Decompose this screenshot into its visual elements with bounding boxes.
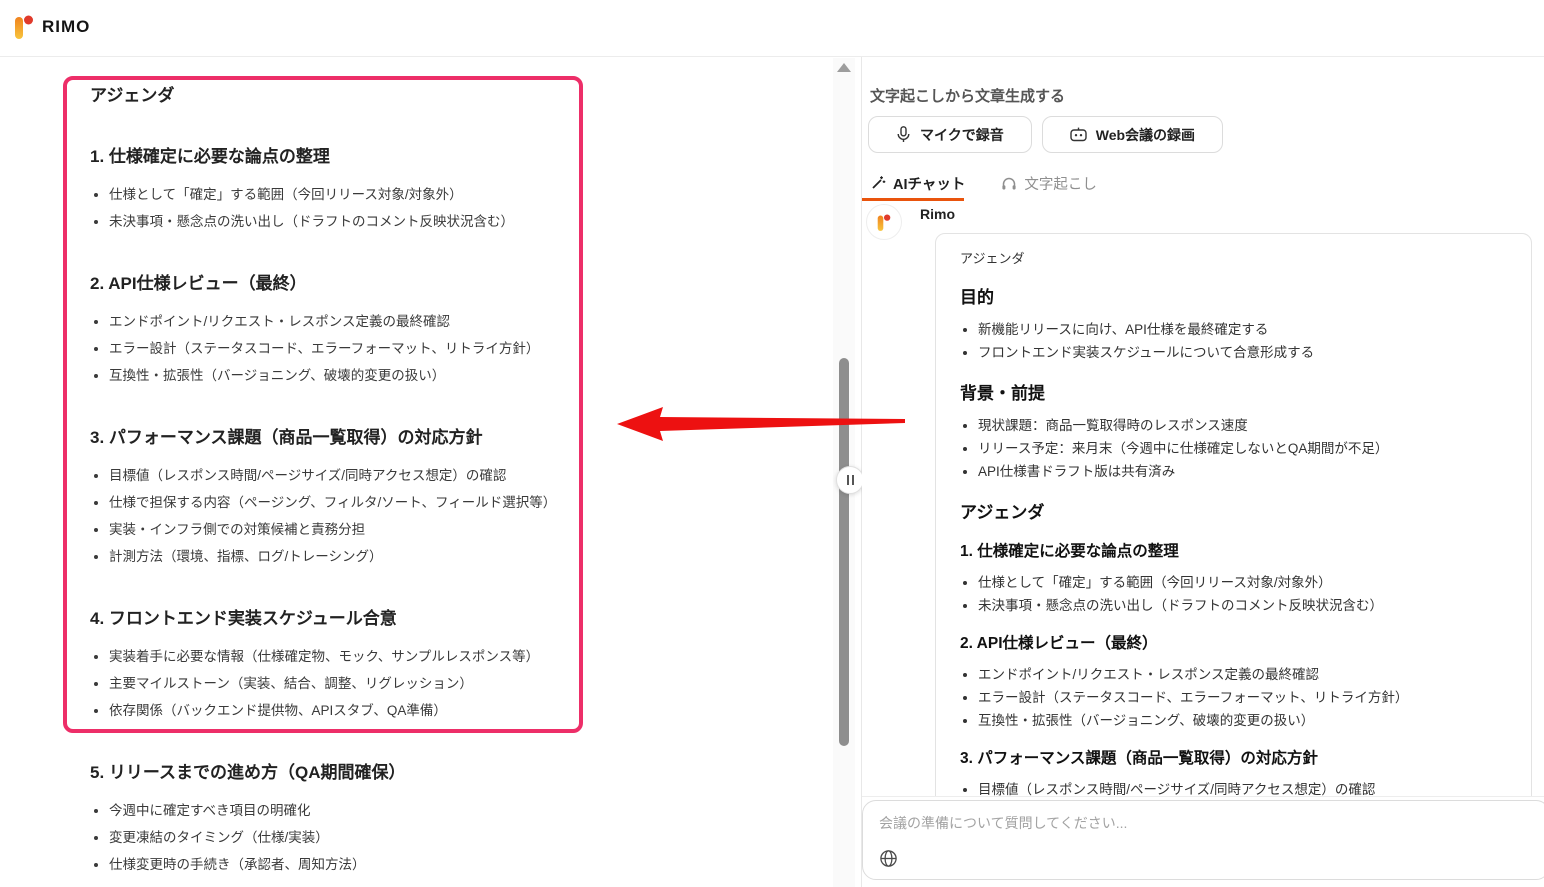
doc-section: 5. リリースまでの進め方（QA期間確保） 今週中に確定すべき項目の明確化変更凍結… [90,761,570,878]
doc-bullet: 仕様として「確定」する範囲（今回リリース対象/対象外） [109,181,570,208]
meeting-record-label: Web会議の録画 [1096,125,1195,145]
doc-bullet: 互換性・拡張性（バージョニング、破壊的変更の扱い） [109,362,570,389]
scroll-up-icon[interactable] [837,63,851,72]
doc-bullet: 変更凍結のタイミング（仕様/実装） [109,824,570,851]
left-scrollbar-thumb[interactable] [839,358,849,746]
doc-section-heading: 1. 仕様確定に必要な論点の整理 [90,145,570,169]
doc-bullet: 主要マイルストーン（実装、結合、調整、リグレッション） [109,670,570,697]
pause-handle-icon [847,475,849,485]
doc-bullet: 目標値（レスポンス時間/ページサイズ/同時アクセス想定）の確認 [109,462,570,489]
rimo-logo[interactable]: RIMO [14,12,90,42]
record-buttons-row: マイクで録音 Web会議の録画 [868,116,1223,153]
chat-bullet: 新機能リリースに向け、API仕様を最終確定する [978,318,1507,341]
assistant-panel: 文字起こしから文章生成する マイクで録音 Web会議の録画 [862,57,1544,887]
doc-bullet: エラー設計（ステータスコード、エラーフォーマット、リトライ方針） [109,335,570,362]
meeting-record-icon [1070,127,1087,142]
doc-bullet: 依存関係（バックエンド提供物、APIスタブ、QA準備） [109,697,570,724]
chat-bullet-list: 目標値（レスポンス時間/ページサイズ/同時アクセス想定）の確認 [960,778,1507,797]
chat-bullet: API仕様書ドラフト版は共有済み [978,460,1507,483]
doc-section: 4. フロントエンド実装スケジュール合意実装着手に必要な情報（仕様確定物、モック… [90,607,570,724]
chat-scroll-area[interactable]: Rimo アジェンダ目的新機能リリースに向け、API仕様を最終確定するフロントエ… [862,201,1544,797]
doc-section: 1. 仕様確定に必要な論点の整理仕様として「確定」する範囲（今回リリース対象/対… [90,145,570,235]
doc-section-heading: 2. API仕様レビュー（最終） [90,272,570,296]
meeting-record-button[interactable]: Web会議の録画 [1042,116,1223,153]
chat-bullet-list: 現状課題：商品一覧取得時のレスポンス速度リリース予定：来月末（今週中に仕様確定し… [960,414,1507,483]
chat-bullet: 現状課題：商品一覧取得時のレスポンス速度 [978,414,1507,437]
doc-bullet-list: エンドポイント/リクエスト・レスポンス定義の最終確認エラー設計（ステータスコード… [90,308,570,389]
panel-title: 文字起こしから文章生成する [870,85,1065,106]
doc-bullet: エンドポイント/リクエスト・レスポンス定義の最終確認 [109,308,570,335]
chat-message-bubble: アジェンダ目的新機能リリースに向け、API仕様を最終確定するフロントエンド実装ス… [935,233,1532,797]
doc-bullet-list: 仕様として「確定」する範囲（今回リリース対象/対象外）未決事項・懸念点の洗い出し… [90,181,570,235]
chat-h3: 2. API仕様レビュー（最終） [960,633,1507,655]
chat-h3: 3. パフォーマンス課題（商品一覧取得）の対応方針 [960,748,1507,770]
doc-bullet-list: 実装着手に必要な情報（仕様確定物、モック、サンプルレスポンス等）主要マイルストー… [90,643,570,724]
app-title: RIMO [42,17,90,37]
doc-section-heading: 5. リリースまでの進め方（QA期間確保） [90,761,570,785]
chat-bullet: エラー設計（ステータスコード、エラーフォーマット、リトライ方針） [978,686,1507,709]
globe-icon [879,849,898,868]
tab-transcript-label: 文字起こし [1024,173,1097,194]
mic-record-label: マイクで録音 [920,125,1004,145]
mic-icon [896,126,911,143]
doc-section-heading: 3. パフォーマンス課題（商品一覧取得）の対応方針 [90,426,570,450]
chat-small: アジェンダ [960,250,1507,268]
chat-bullet-list: 新機能リリースに向け、API仕様を最終確定するフロントエンド実装スケジュールにつ… [960,318,1507,364]
chat-bullet: エンドポイント/リクエスト・レスポンス定義の最終確認 [978,663,1507,686]
chat-bullet-list: 仕様として「確定」する範囲（今回リリース対象/対象外）未決事項・懸念点の洗い出し… [960,571,1507,617]
doc-section: 2. API仕様レビュー（最終） エンドポイント/リクエスト・レスポンス定義の最終… [90,272,570,389]
doc-bullet: 仕様変更時の手続き（承認者、周知方法） [109,851,570,878]
doc-bullet: 実装着手に必要な情報（仕様確定物、モック、サンプルレスポンス等） [109,643,570,670]
panel-resize-handle[interactable] [836,466,864,494]
chat-h2: アジェンダ [960,501,1507,525]
chat-bullet: 未決事項・懸念点の洗い出し（ドラフトのコメント反映状況含む） [978,594,1507,617]
chat-h3: 1. 仕様確定に必要な論点の整理 [960,541,1507,563]
doc-bullet-list: 今週中に確定すべき項目の明確化変更凍結のタイミング（仕様/実装）仕様変更時の手続… [90,797,570,878]
transcribe-icon [1001,176,1017,191]
doc-bullet: 未決事項・懸念点の洗い出し（ドラフトのコメント反映状況含む） [109,208,570,235]
tab-ai-chat-label: AIチャット [893,173,965,194]
doc-bullet: 計測方法（環境、指標、ログ/トレーシング） [109,543,570,570]
document-title: アジェンダ [90,76,570,108]
doc-bullet: 実装・インフラ側での対策候補と責務分担 [109,516,570,543]
rimo-logo-icon [14,12,34,42]
chat-input[interactable] [863,801,1541,843]
tab-ai-chat[interactable]: AIチャット [870,173,965,194]
rimo-avatar [866,204,902,240]
doc-bullet-list: 目標値（レスポンス時間/ページサイズ/同時アクセス想定）の確認仕様で担保する内容… [90,462,570,570]
agenda-document[interactable]: アジェンダ 1. 仕様確定に必要な論点の整理仕様として「確定」する範囲（今回リリ… [90,76,570,878]
doc-section: 3. パフォーマンス課題（商品一覧取得）の対応方針目標値（レスポンス時間/ページ… [90,426,570,570]
chat-bullet-list: エンドポイント/リクエスト・レスポンス定義の最終確認エラー設計（ステータスコード… [960,663,1507,732]
panel-tabs: AIチャット 文字起こし [870,167,1097,199]
app-header: RIMO [0,0,1544,57]
chat-input-container [862,800,1544,880]
doc-bullet: 仕様で担保する内容（ページング、フィルタ/ソート、フィールド選択等） [109,489,570,516]
chat-bullet: 目標値（レスポンス時間/ページサイズ/同時アクセス想定）の確認 [978,778,1507,797]
chat-h2: 目的 [960,286,1507,310]
chat-h2: 背景・前提 [960,382,1507,406]
chat-sender-name: Rimo [920,206,955,222]
ai-wand-icon [870,175,886,191]
chat-bullet: 互換性・拡張性（バージョニング、破壊的変更の扱い） [978,709,1507,732]
pause-handle-icon [852,475,854,485]
chat-bullet: 仕様として「確定」する範囲（今回リリース対象/対象外） [978,571,1507,594]
document-sections: 1. 仕様確定に必要な論点の整理仕様として「確定」する範囲（今回リリース対象/対… [90,145,570,878]
rimo-logo-icon [877,212,891,233]
chat-bullet: フロントエンド実装スケジュールについて合意形成する [978,341,1507,364]
chat-bullet: リリース予定：来月末（今週中に仕様確定しないとQA期間が不足） [978,437,1507,460]
mic-record-button[interactable]: マイクで録音 [868,116,1032,153]
doc-section-heading: 4. フロントエンド実装スケジュール合意 [90,607,570,631]
globe-button[interactable] [876,846,900,870]
doc-bullet: 今週中に確定すべき項目の明確化 [109,797,570,824]
tab-transcript[interactable]: 文字起こし [1001,173,1097,194]
